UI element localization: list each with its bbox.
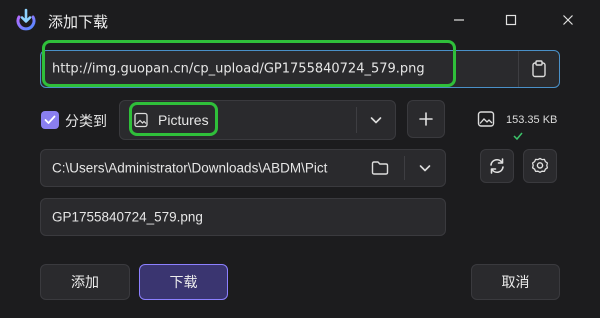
refresh-icon [490, 158, 504, 174]
check-icon [513, 132, 523, 140]
plus-icon [419, 112, 433, 126]
cancel-button[interactable]: 取消 [471, 264, 560, 300]
save-path-text[interactable]: C:\Users\Administrator\Downloads\ABDM\Pi… [52, 161, 365, 176]
url-highlight-box [42, 40, 456, 87]
save-path-dropdown-button[interactable] [405, 150, 445, 186]
category-checkbox[interactable] [41, 111, 59, 129]
paste-button[interactable] [519, 51, 559, 87]
close-icon [563, 15, 573, 25]
gear-icon [531, 157, 549, 173]
download-logo-icon [16, 8, 36, 31]
window-title: 添加下载 [48, 14, 109, 31]
file-size-label: 153.35 KB [506, 114, 558, 126]
save-path-input[interactable]: C:\Users\Administrator\Downloads\ABDM\Pi… [40, 149, 446, 187]
maximize-icon [505, 14, 517, 26]
download-button[interactable]: 下载 [139, 264, 228, 300]
category-highlight-box [129, 102, 218, 136]
category-dropdown-button[interactable] [357, 101, 395, 139]
filename-text[interactable]: GP1755840724_579.png [52, 210, 203, 225]
chevron-down-icon [419, 165, 431, 172]
category-checkbox-label[interactable]: 分类到 [65, 111, 107, 131]
maximize-button[interactable] [497, 6, 525, 34]
filename-input[interactable]: GP1755840724_579.png [40, 198, 446, 236]
browse-folder-button[interactable] [365, 150, 395, 186]
checkmark-icon [44, 115, 56, 124]
clipboard-icon [532, 60, 546, 78]
add-category-button[interactable] [407, 100, 445, 138]
settings-button[interactable] [523, 149, 557, 183]
title-bar: 添加下载 [0, 0, 600, 40]
refresh-button[interactable] [480, 149, 514, 183]
image-icon [477, 111, 495, 127]
chevron-down-icon [370, 117, 382, 124]
minimize-button[interactable] [445, 6, 473, 34]
close-button[interactable] [554, 6, 582, 34]
add-button[interactable]: 添加 [40, 264, 130, 300]
folder-icon [371, 161, 389, 175]
minimize-icon [454, 19, 464, 21]
